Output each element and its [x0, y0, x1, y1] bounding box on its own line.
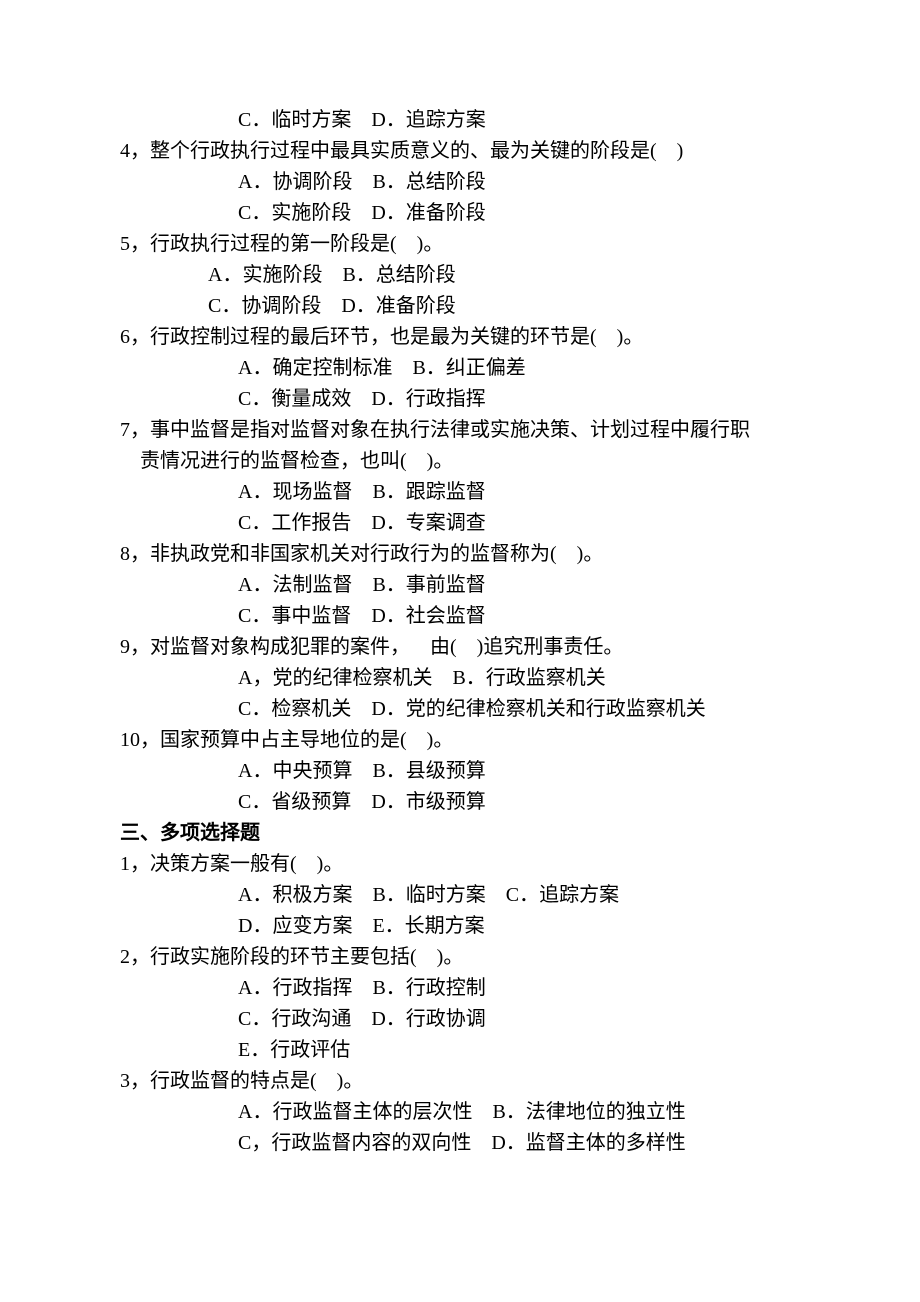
q7-stem-line1: 7，事中监督是指对监督对象在执行法律或实施决策、计划过程中履行职	[120, 415, 800, 446]
q5-options-cd: C．协调阶段 D．准备阶段	[120, 291, 800, 322]
q6-options-ab: A．确定控制标准 B．纠正偏差	[120, 353, 800, 384]
q8-options-ab: A．法制监督 B．事前监督	[120, 570, 800, 601]
document-page: C．临时方案 D．追踪方案 4，整个行政执行过程中最具实质意义的、最为关键的阶段…	[0, 0, 920, 1302]
q9-options-cd: C．检察机关 D．党的纪律检察机关和行政监察机关	[120, 694, 800, 725]
q8-options-cd: C．事中监督 D．社会监督	[120, 601, 800, 632]
m3-options-ab: A．行政监督主体的层次性 B．法律地位的独立性	[120, 1097, 800, 1128]
m2-options-cd: C．行政沟通 D．行政协调	[120, 1004, 800, 1035]
m3-options-cd: C，行政监督内容的双向性 D．监督主体的多样性	[120, 1128, 800, 1159]
q6-stem: 6，行政控制过程的最后环节，也是最为关键的环节是( )。	[120, 322, 800, 353]
m3-stem: 3，行政监督的特点是( )。	[120, 1066, 800, 1097]
q10-options-ab: A．中央预算 B．县级预算	[120, 756, 800, 787]
q6-options-cd: C．衡量成效 D．行政指挥	[120, 384, 800, 415]
m2-stem: 2，行政实施阶段的环节主要包括( )。	[120, 942, 800, 973]
q5-options-ab: A．实施阶段 B．总结阶段	[120, 260, 800, 291]
q7-options-cd: C．工作报告 D．专案调查	[120, 508, 800, 539]
q10-options-cd: C．省级预算 D．市级预算	[120, 787, 800, 818]
q9-stem: 9，对监督对象构成犯罪的案件， 由( )追究刑事责任。	[120, 632, 800, 663]
q4-stem: 4，整个行政执行过程中最具实质意义的、最为关键的阶段是( )	[120, 136, 800, 167]
m1-stem: 1，决策方案一般有( )。	[120, 849, 800, 880]
q5-stem: 5，行政执行过程的第一阶段是( )。	[120, 229, 800, 260]
q3-options-cd: C．临时方案 D．追踪方案	[120, 105, 800, 136]
m1-options-de: D．应变方案 E．长期方案	[120, 911, 800, 942]
q10-stem: 10，国家预算中占主导地位的是( )。	[120, 725, 800, 756]
m2-options-e: E．行政评估	[120, 1035, 800, 1066]
q9-options-ab: A，党的纪律检察机关 B．行政监察机关	[120, 663, 800, 694]
q7-options-ab: A．现场监督 B．跟踪监督	[120, 477, 800, 508]
q7-stem-line2: 责情况进行的监督检查，也叫( )。	[120, 446, 800, 477]
m2-options-ab: A．行政指挥 B．行政控制	[120, 973, 800, 1004]
q4-options-ab: A．协调阶段 B．总结阶段	[120, 167, 800, 198]
section-3-heading: 三、多项选择题	[120, 818, 800, 849]
q4-options-cd: C．实施阶段 D．准备阶段	[120, 198, 800, 229]
q8-stem: 8，非执政党和非国家机关对行政行为的监督称为( )。	[120, 539, 800, 570]
m1-options-abc: A．积极方案 B．临时方案 C．追踪方案	[120, 880, 800, 911]
